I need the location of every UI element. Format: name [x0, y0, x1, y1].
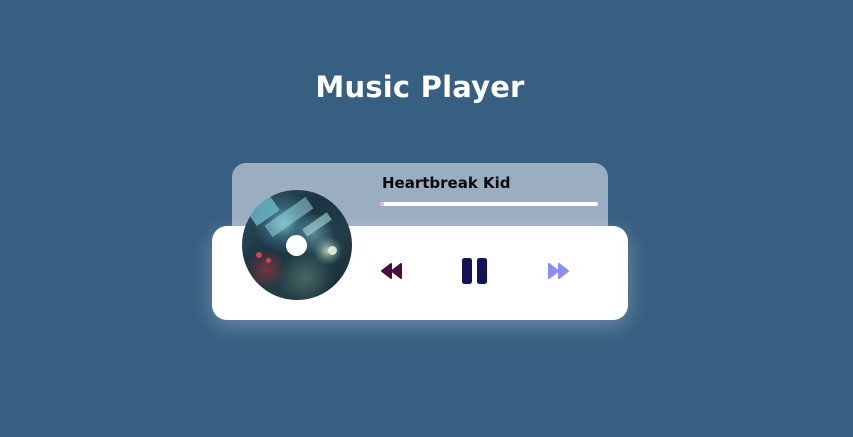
album-art-shard: [302, 212, 332, 237]
page-title: Music Player: [315, 70, 525, 104]
previous-button[interactable]: [380, 261, 404, 281]
pause-icon: [462, 258, 487, 284]
progress-fill: [380, 202, 385, 206]
album-art: [242, 190, 352, 300]
next-button[interactable]: [546, 261, 570, 281]
album-art-light: [328, 246, 337, 255]
album-art-light: [256, 252, 262, 258]
album-art-light: [266, 258, 271, 263]
album-center-hole: [286, 235, 307, 256]
song-title: Heartbreak Kid: [382, 174, 511, 192]
fast-forward-icon: [548, 263, 569, 279]
progress-bar[interactable]: [380, 202, 598, 206]
rewind-icon: [381, 263, 402, 279]
pause-button[interactable]: [460, 256, 490, 286]
